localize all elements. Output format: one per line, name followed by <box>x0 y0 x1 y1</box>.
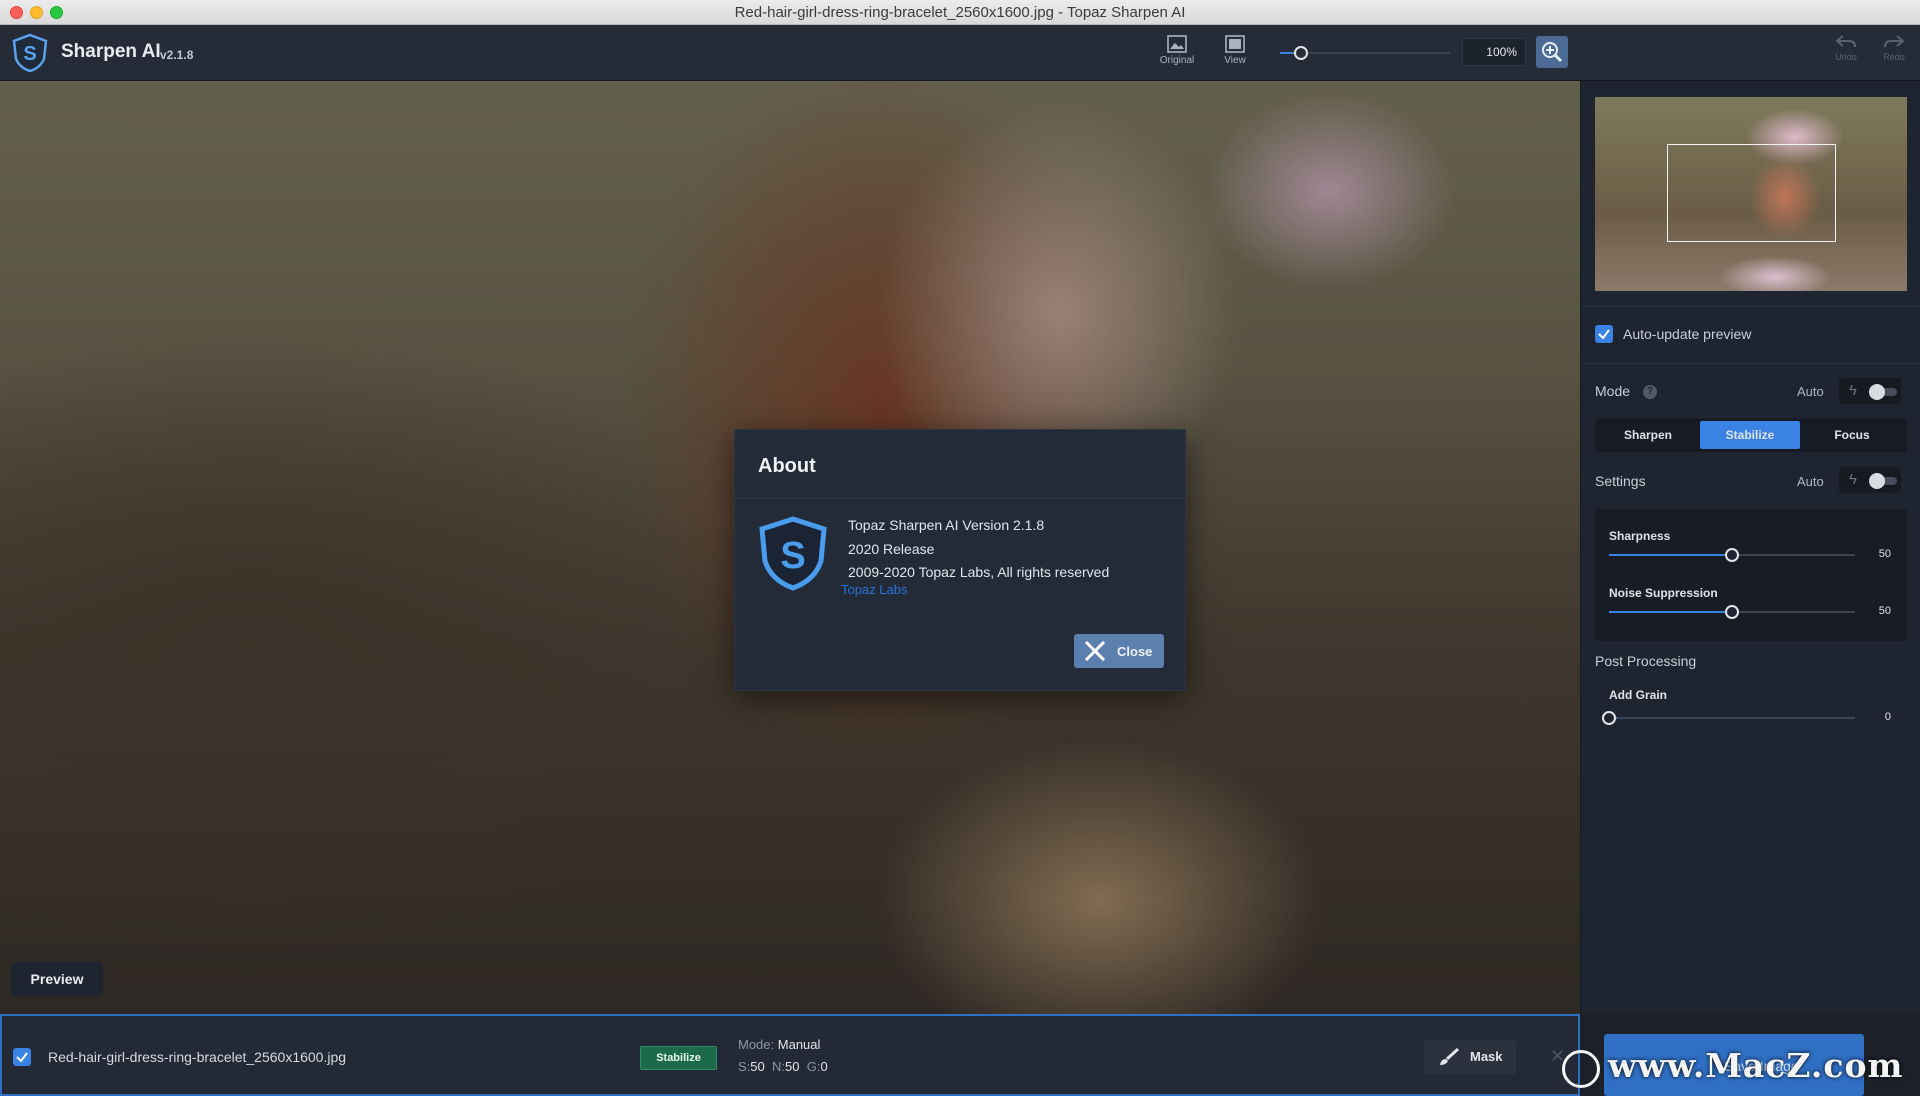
redo-icon <box>1884 35 1905 48</box>
sharpness-value: 50 <box>1878 548 1891 560</box>
app-name: Sharpen AI <box>61 41 161 62</box>
topaz-logo-icon: S <box>759 516 827 591</box>
checkmark-icon <box>1598 329 1610 340</box>
checkmark-icon <box>16 1052 28 1063</box>
watermark-logo-icon <box>1562 1050 1600 1088</box>
app-version: v2.1.8 <box>160 48 194 62</box>
window-titlebar: Red-hair-girl-dress-ring-bracelet_2560x1… <box>0 0 1920 25</box>
mode-tag: Stabilize <box>640 1046 717 1070</box>
svg-text:S: S <box>23 43 36 65</box>
mode-auto-label: Auto <box>1797 384 1824 399</box>
noise-suppression-slider-handle[interactable] <box>1725 605 1739 619</box>
brush-icon <box>1440 1048 1460 1065</box>
settings-label: Settings <box>1595 473 1646 489</box>
add-grain-value: 0 <box>1884 711 1891 723</box>
view-label: View <box>1224 55 1246 66</box>
settings-summary: S:50 N:50 G:0 <box>738 1059 828 1074</box>
help-icon[interactable]: ? <box>1643 385 1657 399</box>
mode-segmented-control: Sharpen Stabilize Focus <box>1595 418 1907 452</box>
close-label: Close <box>1117 644 1153 659</box>
add-grain-slider-handle[interactable] <box>1602 711 1616 725</box>
close-button[interactable]: Close <box>1074 634 1164 668</box>
topaz-logo-icon: S <box>12 33 48 73</box>
redo-button[interactable]: Redo <box>1876 34 1912 62</box>
noise-suppression-value: 50 <box>1878 605 1891 617</box>
single-view-icon <box>1225 35 1245 53</box>
zoom-value-field[interactable]: 100% <box>1462 38 1526 66</box>
mode-label: Mode <box>1595 383 1631 399</box>
dialog-release-line: 2020 Release <box>848 541 935 557</box>
preview-button[interactable]: Preview <box>11 962 103 996</box>
watermark-text: www.MacZ.com <box>1608 1046 1904 1085</box>
zoom-button[interactable] <box>1536 36 1568 68</box>
svg-text:S: S <box>780 535 805 577</box>
window-title: Red-hair-girl-dress-ring-bracelet_2560x1… <box>734 4 1186 21</box>
image-icon <box>1167 35 1187 53</box>
original-label: Original <box>1159 55 1195 66</box>
add-grain-label: Add Grain <box>1609 688 1668 702</box>
add-grain-slider[interactable] <box>1609 717 1855 719</box>
close-icon <box>1084 641 1106 661</box>
zoom-in-icon <box>1542 42 1563 63</box>
settings-auto-toggle[interactable]: ϟ <box>1839 467 1901 493</box>
redo-label: Redo <box>1883 52 1905 62</box>
dialog-version-line: Topaz Sharpen AI Version 2.1.8 <box>848 517 1045 533</box>
about-dialog: About S Topaz Sharpen AI Version 2.1.8 2… <box>734 429 1187 691</box>
mask-label: Mask <box>1470 1049 1503 1064</box>
mode-auto-toggle[interactable]: ϟ <box>1839 378 1901 404</box>
settings-auto-label: Auto <box>1797 474 1824 489</box>
zoom-slider-handle[interactable] <box>1294 46 1308 60</box>
settings-panel: Auto-update preview Mode ? Auto ϟ Sharpe… <box>1580 81 1920 1014</box>
auto-update-checkbox[interactable] <box>1595 325 1613 343</box>
undo-icon <box>1835 35 1856 48</box>
topaz-labs-link[interactable]: Topaz Labs <box>841 582 908 597</box>
noise-suppression-label: Noise Suppression <box>1609 586 1718 600</box>
file-row[interactable]: Red-hair-girl-dress-ring-bracelet_2560x1… <box>0 1014 1580 1096</box>
undo-label: Undo <box>1835 52 1857 62</box>
toolbar: S Sharpen AI v2.1.8 Original View <box>0 25 1920 81</box>
file-select-checkbox[interactable] <box>13 1048 31 1066</box>
navigator-viewport-box[interactable] <box>1667 144 1836 242</box>
mode-tab-focus[interactable]: Focus <box>1802 421 1902 449</box>
auto-update-label: Auto-update preview <box>1623 326 1752 342</box>
dialog-copyright-line: 2009-2020 Topaz Labs, All rights reserve… <box>848 564 1110 580</box>
view-mode-button[interactable]: View <box>1207 33 1263 75</box>
undo-button[interactable]: Undo <box>1828 34 1864 62</box>
mode-tab-stabilize[interactable]: Stabilize <box>1700 421 1800 449</box>
post-processing-label: Post Processing <box>1595 653 1697 669</box>
original-view-button[interactable]: Original <box>1149 33 1205 75</box>
sharpness-slider-handle[interactable] <box>1725 548 1739 562</box>
lightning-icon: ϟ <box>1849 471 1857 488</box>
mode-tab-sharpen[interactable]: Sharpen <box>1598 421 1698 449</box>
settings-card: Sharpness 50 Noise Suppression 50 <box>1595 509 1907 641</box>
mode-info: Mode: Manual <box>738 1037 821 1052</box>
sharpness-label: Sharpness <box>1609 529 1671 543</box>
mask-button[interactable]: Mask <box>1424 1040 1516 1074</box>
lightning-icon: ϟ <box>1849 382 1857 399</box>
file-name: Red-hair-girl-dress-ring-bracelet_2560x1… <box>48 1049 347 1065</box>
dialog-title: About <box>758 455 816 477</box>
navigator-thumbnail[interactable] <box>1595 97 1907 291</box>
